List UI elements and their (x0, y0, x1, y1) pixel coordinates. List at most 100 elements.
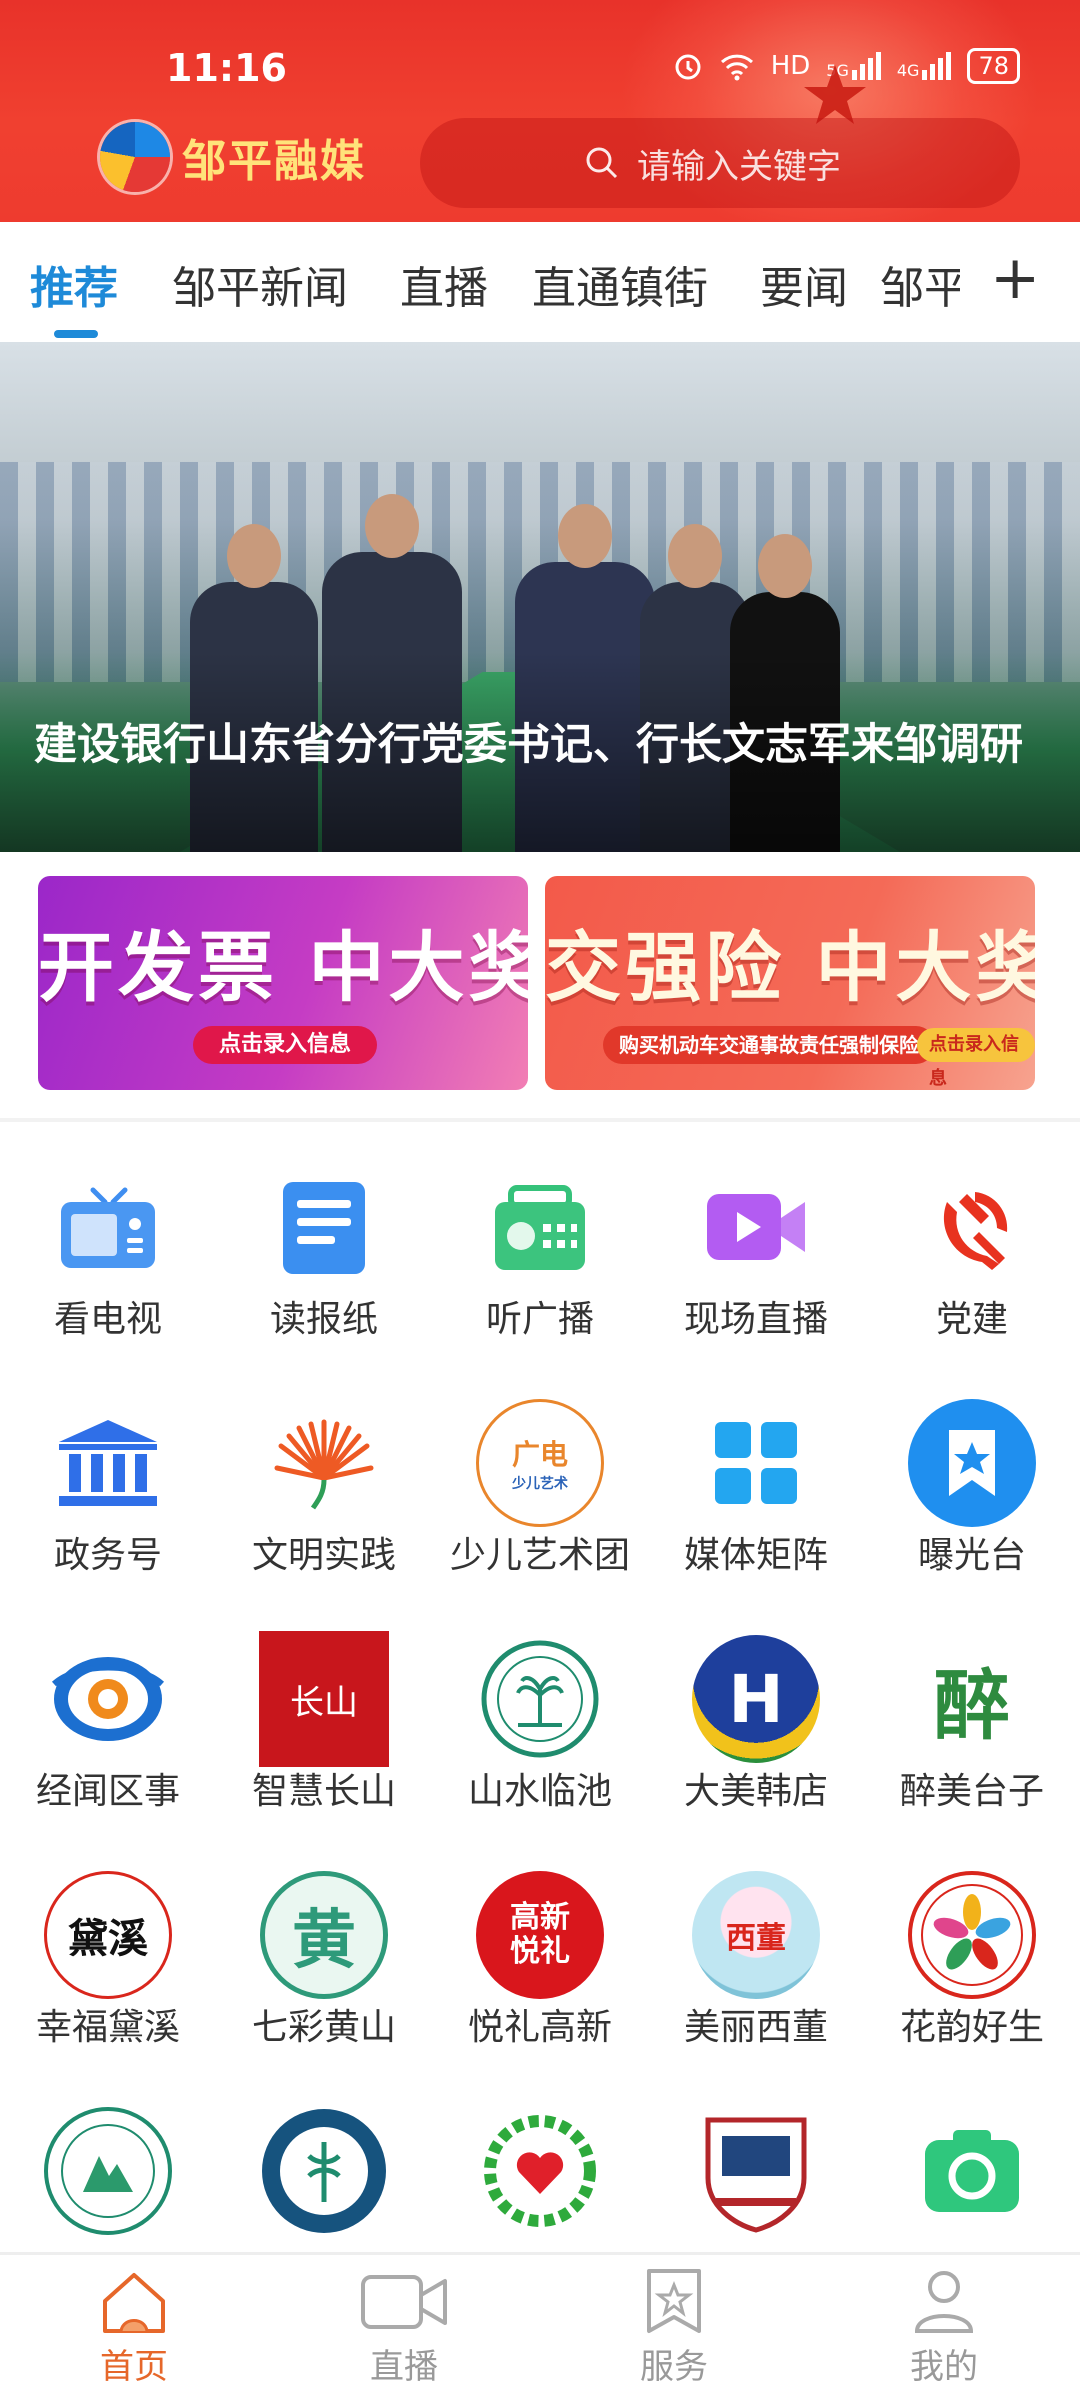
service-smart-changshan[interactable]: 长山 智慧长山 (216, 1594, 432, 1830)
service-label: 看电视 (53, 1299, 162, 1340)
tab-overflow[interactable]: 邹平 (880, 252, 960, 316)
service-media-matrix[interactable]: 媒体矩阵 (648, 1358, 864, 1594)
service-label: 幸福黛溪 (35, 2007, 180, 2048)
search-bar[interactable]: 请输入关键字 (420, 118, 1020, 208)
service-taizi[interactable]: 醉 醉美台子 (864, 1594, 1080, 1830)
service-label: 美丽西董 (683, 2007, 828, 2048)
tab-recommend[interactable]: 推荐 (30, 252, 118, 316)
service-government[interactable]: 政务号 (0, 1358, 216, 1594)
service-label: 曝光台 (917, 1535, 1026, 1576)
tcm-hospital-logo-icon (259, 2106, 389, 2236)
service-radio[interactable]: 听广播 (432, 1122, 648, 1358)
nav-live[interactable]: 直播 (304, 2267, 504, 2388)
service-heart-wreath[interactable] (432, 2066, 648, 2250)
service-handian[interactable]: H 大美韩店 (648, 1594, 864, 1830)
service-label: 政务号 (53, 1535, 162, 1576)
app-logo[interactable]: 邹平融媒 (100, 122, 366, 192)
service-huangshan[interactable]: 黄 七彩黄山 (216, 1830, 432, 2066)
service-xidong[interactable]: 西董 美丽西董 (648, 1830, 864, 2066)
service-watch-tv[interactable]: 看电视 (0, 1122, 216, 1358)
service-haosheng[interactable]: 花韵好生 (864, 1830, 1080, 2066)
add-tab-button[interactable]: + (990, 248, 1040, 308)
children-art-logo-icon: 广电 少儿艺术 (475, 1398, 605, 1528)
party-emblem-icon (907, 1162, 1037, 1292)
taizi-logo-icon: 醉 (907, 1634, 1037, 1764)
service-tcm-hospital[interactable] (216, 2066, 432, 2250)
badge-text: H (692, 1635, 820, 1763)
invoice-prize-banner[interactable]: 开发票 中大奖 点击录入信息 (38, 876, 528, 1090)
service-district-news[interactable]: 经闻区事 (0, 1594, 216, 1830)
nav-home[interactable]: 首页 (34, 2267, 234, 2388)
bookmark-star-icon (907, 1398, 1037, 1528)
service-hospital[interactable] (0, 2066, 216, 2250)
service-label: 大美韩店 (683, 1771, 828, 1812)
nav-service[interactable]: 服务 (574, 2267, 774, 2388)
service-label: 现场直播 (683, 1299, 828, 1340)
nav-label: 首页 (100, 2347, 168, 2387)
radio-icon (475, 1162, 605, 1292)
service-linchi[interactable]: 山水临池 (432, 1594, 648, 1830)
battery-indicator: 78 (967, 48, 1020, 84)
service-label: 媒体矩阵 (683, 1535, 828, 1576)
service-party-building[interactable]: 党建 (864, 1122, 1080, 1358)
nav-profile[interactable]: 我的 (844, 2267, 1044, 2388)
service-civilization-practice[interactable]: 文明实践 (216, 1358, 432, 1594)
hero-caption: 建设银行山东省分行党委书记、行长文志军来邹调研 (34, 720, 1023, 770)
school-badge-icon (691, 2106, 821, 2236)
top-header: 11:16 HD 5G 4G 78 邹平融媒 请输入关键字 (0, 0, 1080, 222)
service-live[interactable]: 现场直播 (648, 1122, 864, 1358)
hero-carousel[interactable]: 建设银行山东省分行党委书记、行长文志军来邹调研 (0, 342, 1080, 852)
handian-logo-icon: H (691, 1634, 821, 1764)
service-label: 醉美台子 (899, 1771, 1044, 1812)
service-camera[interactable] (864, 2066, 1080, 2250)
service-exposure-platform[interactable]: 曝光台 (864, 1358, 1080, 1594)
service-label: 党建 (935, 1299, 1008, 1340)
service-read-newspaper[interactable]: 读报纸 (216, 1122, 432, 1358)
badge-text: 黛溪 (44, 1871, 172, 1999)
service-daixi[interactable]: 黛溪 幸福黛溪 (0, 1830, 216, 2066)
changshan-logo-icon: 长山 (259, 1631, 389, 1767)
nav-label: 直播 (370, 2347, 438, 2387)
civilization-logo-icon (259, 1398, 389, 1528)
user-icon (914, 2271, 974, 2333)
service-label: 读报纸 (269, 1299, 378, 1340)
banner-headline: 交强险 中大奖 (545, 923, 1035, 1012)
live-video-icon (361, 2275, 447, 2329)
tab-towns[interactable]: 直通镇街 (532, 252, 708, 316)
service-label: 七彩黄山 (251, 2007, 396, 2048)
tv-icon (43, 1162, 173, 1292)
service-label: 悦礼高新 (467, 2007, 612, 2048)
signal-4g: 4G (897, 52, 952, 80)
search-placeholder: 请输入关键字 (637, 146, 841, 187)
tab-active-indicator (54, 330, 98, 338)
insurance-prize-banner[interactable]: 交强险 中大奖 购买机动车交通事故责任强制保险 点击录入信息 (545, 876, 1035, 1090)
tab-live[interactable]: 直播 (400, 252, 488, 316)
app-name: 邹平融媒 (182, 136, 366, 187)
badge-text: 广电 (511, 1438, 568, 1471)
service-star-icon (647, 2269, 701, 2333)
badge-text: 高新悦礼 (476, 1871, 604, 1999)
service-children-art-troupe[interactable]: 广电 少儿艺术 少儿艺术团 (432, 1358, 648, 1594)
xidong-logo-icon: 西董 (691, 1870, 821, 2000)
grid-squares-icon (691, 1398, 821, 1528)
service-label: 经闻区事 (35, 1771, 180, 1812)
alarm-icon (675, 54, 701, 80)
nav-label: 服务 (640, 2347, 708, 2387)
tab-headlines[interactable]: 要闻 (760, 252, 848, 316)
district-news-logo-icon (43, 1634, 173, 1764)
linchi-logo-icon (475, 1634, 605, 1764)
hospital-logo-icon (43, 2106, 173, 2236)
promo-banners: 开发票 中大奖 点击录入信息 交强险 中大奖 购买机动车交通事故责任强制保险 点… (0, 852, 1080, 1122)
service-school[interactable] (648, 2066, 864, 2250)
tab-zouping-news[interactable]: 邹平新闻 (172, 252, 348, 316)
huangshan-logo-icon: 黄 (259, 1870, 389, 2000)
government-building-icon (43, 1398, 173, 1528)
service-label: 花韵好生 (899, 2007, 1044, 2048)
service-gaoxin[interactable]: 高新悦礼 悦礼高新 (432, 1830, 648, 2066)
gaoxin-logo-icon: 高新悦礼 (475, 1870, 605, 2000)
tab-zouping: 邹平 (880, 263, 960, 314)
badge-text: 长山 (259, 1631, 389, 1767)
badge-subtext: 少儿艺术 (512, 1476, 568, 1492)
search-icon (586, 147, 618, 179)
status-time: 11:16 (166, 46, 287, 90)
